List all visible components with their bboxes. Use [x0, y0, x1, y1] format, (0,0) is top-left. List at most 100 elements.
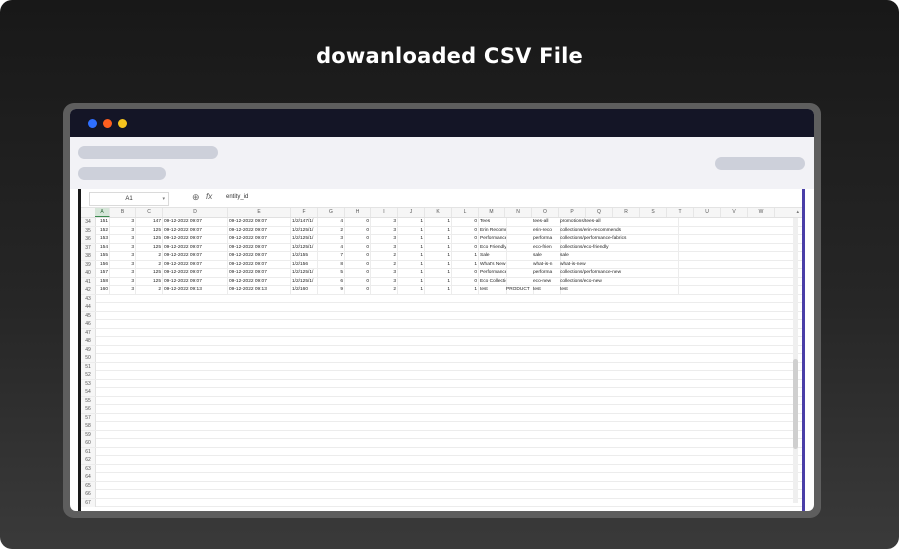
cell[interactable]: 0	[452, 235, 479, 243]
cell[interactable]: 3	[110, 260, 136, 269]
column-header-w[interactable]: W	[748, 208, 775, 217]
cell[interactable]: 1	[398, 260, 425, 269]
cell[interactable]: 1	[452, 260, 479, 269]
cell[interactable]: 09-12-2022 09:07	[163, 235, 228, 243]
column-header-m[interactable]: M	[479, 208, 505, 217]
cell[interactable]: 0	[345, 235, 371, 243]
cell[interactable]: 2	[136, 286, 163, 294]
cell[interactable]: 0	[345, 260, 371, 269]
cell[interactable]: 156	[95, 260, 110, 269]
cell[interactable]: 2	[371, 252, 398, 260]
placeholder-button[interactable]	[715, 157, 805, 170]
cell[interactable]: 3	[371, 226, 398, 235]
cell[interactable]: 1	[452, 286, 479, 294]
window-dot-orange[interactable]	[103, 119, 112, 128]
scroll-up-icon[interactable]: ▴	[796, 209, 799, 215]
cell[interactable]: 0	[345, 252, 371, 260]
cell[interactable]: Eco Friendly	[479, 243, 507, 252]
cell[interactable]: 9	[318, 286, 345, 294]
cell[interactable]: what-is-n	[532, 260, 561, 269]
cell[interactable]: 09-12-2022 09:07	[163, 269, 228, 277]
cell[interactable]: 1	[398, 243, 425, 252]
cell[interactable]: 4	[318, 218, 345, 226]
row-number[interactable]: 67	[81, 498, 96, 507]
cell[interactable]: 09-12-2022 09:07	[228, 226, 291, 235]
cell[interactable]: 155	[95, 252, 110, 260]
cell[interactable]: 0	[452, 226, 479, 235]
window-dot-yellow[interactable]	[118, 119, 127, 128]
cell[interactable]: 1/2/147/1/	[291, 218, 318, 226]
column-header-a[interactable]: A	[95, 208, 110, 217]
cell[interactable]: sale	[532, 252, 561, 260]
column-header-d[interactable]: D	[163, 208, 228, 217]
cell[interactable]: 3	[110, 277, 136, 286]
function-icon[interactable]: fx	[206, 192, 212, 202]
cell[interactable]: what-is-new	[559, 260, 679, 269]
row-number[interactable]: 54	[81, 388, 96, 396]
cell[interactable]: 4	[318, 243, 345, 252]
cell[interactable]: eco-frien	[532, 243, 561, 252]
row-number[interactable]: 64	[81, 473, 96, 481]
cell[interactable]: Performance Fabric	[479, 235, 507, 243]
column-header-h[interactable]: H	[345, 208, 371, 217]
cell[interactable]: 0	[452, 243, 479, 252]
cell[interactable]: performa	[532, 269, 561, 277]
row-number[interactable]: 43	[81, 294, 96, 303]
row-number[interactable]: 57	[81, 413, 96, 422]
cell[interactable]: 3	[110, 218, 136, 226]
row-number[interactable]: 35	[81, 226, 96, 235]
cell[interactable]: test	[559, 286, 679, 294]
column-header-e[interactable]: E	[228, 208, 291, 217]
cell[interactable]: 0	[345, 226, 371, 235]
cell[interactable]: 1	[425, 252, 452, 260]
row-number[interactable]: 63	[81, 464, 96, 473]
cell[interactable]: Sale	[479, 252, 507, 260]
cell[interactable]: 160	[95, 286, 110, 294]
cell[interactable]: 1/2/125/1/	[291, 269, 318, 277]
column-header-b[interactable]: B	[110, 208, 136, 217]
cell[interactable]: 0	[345, 277, 371, 286]
cell[interactable]: 09-12-2022 09:07	[163, 252, 228, 260]
cell[interactable]: Erin Recommends	[479, 226, 507, 235]
row-number[interactable]: 52	[81, 371, 96, 379]
cell[interactable]: 0	[452, 277, 479, 286]
cell[interactable]: 09-12-2022 09:07	[228, 260, 291, 269]
formula-value[interactable]: entity_id	[226, 194, 248, 200]
cell[interactable]: collections/eco-friendly	[559, 243, 679, 252]
cell[interactable]: 3	[110, 252, 136, 260]
column-header-o[interactable]: O	[532, 208, 559, 217]
cell[interactable]: 2	[136, 260, 163, 269]
cell[interactable]: collections/erin-recommends	[559, 226, 679, 235]
column-header-s[interactable]: S	[640, 208, 667, 217]
cell[interactable]: 0	[345, 243, 371, 252]
cell[interactable]: collections/performance-fabrics	[559, 235, 679, 243]
cell[interactable]: 1/2/125/1/	[291, 243, 318, 252]
cell[interactable]: 0	[452, 269, 479, 277]
cell[interactable]: 1/2/160	[291, 286, 318, 294]
cell[interactable]: 125	[136, 269, 163, 277]
cell[interactable]: 09-12-2022 09:07	[228, 243, 291, 252]
row-number[interactable]: 53	[81, 379, 96, 388]
cell[interactable]: 0	[345, 218, 371, 226]
cell[interactable]: eco-new	[532, 277, 561, 286]
row-number[interactable]: 34	[81, 218, 96, 226]
column-header-t[interactable]: T	[667, 208, 694, 217]
column-header-g[interactable]: G	[318, 208, 345, 217]
cell[interactable]: 09-12-2022 09:07	[163, 218, 228, 226]
cell[interactable]: 1	[425, 218, 452, 226]
column-header-c[interactable]: C	[136, 208, 163, 217]
cell[interactable]: 09-12-2022 09:07	[228, 277, 291, 286]
row-number[interactable]: 39	[81, 260, 96, 269]
cell[interactable]: 1	[425, 260, 452, 269]
cell[interactable]: 09-12-2022 09:13	[163, 286, 228, 294]
cell[interactable]: 1	[425, 243, 452, 252]
cell[interactable]: 125	[136, 226, 163, 235]
cell[interactable]: 09-12-2022 09:07	[163, 243, 228, 252]
row-number[interactable]: 48	[81, 337, 96, 345]
row-number[interactable]: 60	[81, 439, 96, 447]
cell[interactable]: 1/2/155	[291, 252, 318, 260]
row-number[interactable]: 42	[81, 286, 96, 294]
row-number[interactable]: 38	[81, 252, 96, 260]
cell[interactable]: 157	[95, 269, 110, 277]
cell[interactable]: performa	[532, 235, 561, 243]
